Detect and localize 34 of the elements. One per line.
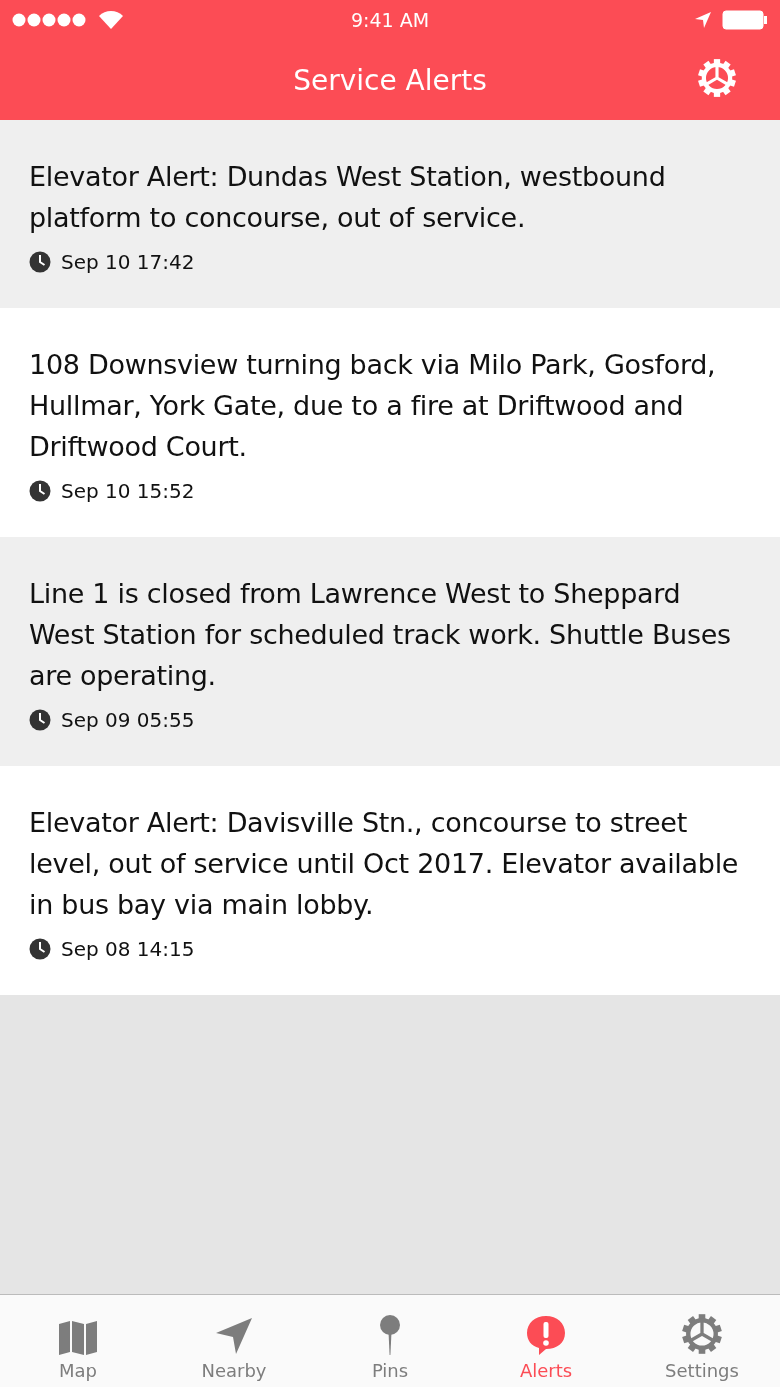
location-arrow-icon: [694, 11, 712, 29]
settings-icon: [696, 57, 738, 99]
alert-row[interactable]: Elevator Alert: Dundas West Station, westbound platform to concourse, out of service. Sep 10 17:42: [0, 120, 780, 308]
tab[interactable]: Pins: [312, 1295, 468, 1387]
tab[interactable]: Nearby: [156, 1295, 312, 1387]
pin-icon: [377, 1314, 403, 1356]
alert-row[interactable]: 108 Downsview turning back via Milo Park, Gosford, Hullmar, York Gate, due to a fire at Driftwood and Driftwood Court. Sep 10 15:52: [0, 308, 780, 537]
alert-time: Sep 09 05:55: [61, 708, 195, 732]
alert-row[interactable]: Line 1 is closed from Lawrence West to Sheppard West Station for scheduled track work. Shuttle Buses are operating. Sep 09 05:55: [0, 537, 780, 766]
alert-time: Sep 10 15:52: [61, 479, 195, 503]
alert-time: Sep 10 17:42: [61, 250, 195, 274]
battery-icon: [722, 10, 768, 30]
clock-icon: [29, 480, 51, 502]
alert-message: 108 Downsview turning back via Milo Park, Gosford, Hullmar, York Gate, due to a fire at Driftwood and Driftwood Court.: [29, 348, 717, 464]
alert-row[interactable]: Elevator Alert: Davisville Stn., concourse to street level, out of service until Oct 2017. Elevator available in bus bay via main lobby. Sep 08 14:15: [0, 766, 780, 995]
clock-icon: [29, 251, 51, 273]
alert-message: Elevator Alert: Dundas West Station, westbound platform to concourse, out of service.: [29, 160, 667, 235]
status-time: 9:41 AM: [350, 9, 430, 31]
alert-bubble-icon: [525, 1314, 567, 1356]
signal-icon: [12, 13, 88, 27]
alert-message: Elevator Alert: Davisville Stn., concourse to street level, out of service until Oct 2017. Elevator available in bus bay via main lobby.: [29, 806, 740, 922]
clock-icon: [29, 709, 51, 731]
settings-icon: [680, 1312, 724, 1356]
tab[interactable]: Map: [0, 1295, 156, 1387]
map-icon: [58, 1320, 98, 1356]
settings-button[interactable]: [696, 57, 738, 99]
alert-time: Sep 08 14:15: [61, 937, 195, 961]
alert-message: Line 1 is closed from Lawrence West to Sheppard West Station for scheduled track work. Shuttle Buses are operating.: [29, 577, 732, 693]
wifi-icon: [98, 10, 124, 30]
nav-title: Service Alerts: [293, 63, 487, 97]
clock-icon: [29, 938, 51, 960]
navigation-arrow-icon: [214, 1316, 254, 1356]
tab[interactable]: Settings: [624, 1295, 780, 1387]
tab[interactable]: Alerts: [468, 1295, 624, 1387]
